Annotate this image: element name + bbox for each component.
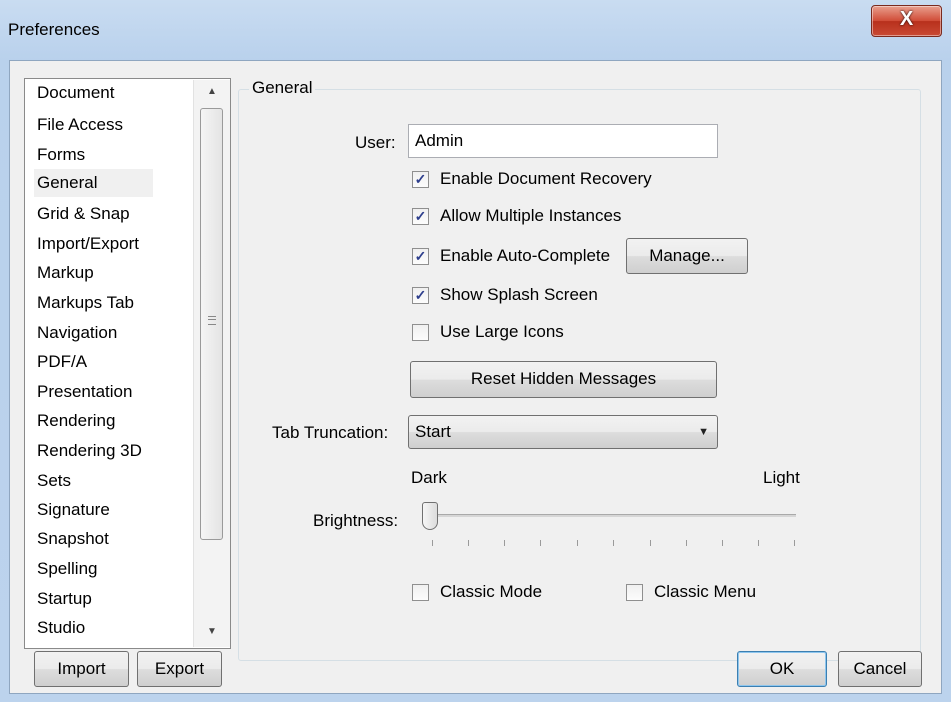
window-title: Preferences: [8, 20, 100, 39]
document-recovery-label: Enable Document Recovery: [440, 169, 652, 188]
category-item-navigation[interactable]: Navigation: [34, 319, 120, 347]
reset-hidden-messages-button[interactable]: Reset Hidden Messages: [410, 361, 717, 398]
category-item-forms[interactable]: Forms: [34, 141, 88, 169]
category-item-rendering-3d[interactable]: Rendering 3D: [34, 437, 145, 465]
slider-tick: [540, 540, 541, 546]
multiple-instances-checkbox[interactable]: ✓: [412, 208, 429, 225]
multiple-instances-label: Allow Multiple Instances: [440, 206, 622, 225]
category-item-signature[interactable]: Signature: [34, 496, 113, 524]
category-item-file-access[interactable]: File Access: [34, 111, 126, 139]
auto-complete-label: Enable Auto-Complete: [440, 246, 611, 265]
scroll-down-icon[interactable]: ▼: [207, 626, 217, 637]
category-item-markup[interactable]: Markup: [34, 259, 97, 287]
classic-menu-checkbox[interactable]: [626, 584, 643, 601]
close-icon: X: [899, 8, 914, 30]
slider-tick: [686, 540, 687, 546]
category-list[interactable]: Document File Access Forms General Grid …: [24, 78, 231, 649]
document-recovery-checkbox[interactable]: ✓: [412, 171, 429, 188]
general-group-label: General: [249, 78, 316, 98]
title-bar: Preferences X: [0, 0, 951, 60]
slider-tick: [650, 540, 651, 546]
slider-tick: [613, 540, 614, 546]
category-item-presentation[interactable]: Presentation: [34, 378, 135, 406]
import-button[interactable]: Import: [34, 651, 129, 687]
brightness-slider-thumb[interactable]: [422, 502, 438, 530]
classic-menu-label: Classic Menu: [654, 582, 757, 601]
user-input[interactable]: Admin: [408, 124, 718, 158]
slider-tick: [468, 540, 469, 546]
scroll-up-icon[interactable]: ▲: [207, 86, 217, 97]
category-item-snapshot[interactable]: Snapshot: [34, 525, 112, 553]
tab-truncation-label: Tab Truncation:: [272, 423, 389, 442]
category-item-pdfa[interactable]: PDF/A: [34, 348, 90, 376]
category-item-studio[interactable]: Studio: [34, 614, 88, 642]
category-scrollbar[interactable]: ▲ ▼: [193, 80, 230, 647]
category-item-rendering[interactable]: Rendering: [34, 407, 118, 435]
scrollbar-thumb[interactable]: [200, 108, 223, 540]
large-icons-label: Use Large Icons: [440, 322, 564, 341]
close-button[interactable]: X: [871, 5, 942, 37]
category-item-grid-snap[interactable]: Grid & Snap: [34, 200, 133, 228]
slider-tick: [794, 540, 795, 546]
category-item-document[interactable]: Document: [34, 79, 117, 107]
ok-button[interactable]: OK: [737, 651, 827, 687]
large-icons-checkbox[interactable]: [412, 324, 429, 341]
category-item-startup[interactable]: Startup: [34, 585, 95, 613]
splash-screen-checkbox[interactable]: ✓: [412, 287, 429, 304]
grip-icon: [208, 316, 216, 325]
brightness-slider-track[interactable]: [430, 514, 796, 517]
chevron-down-icon: ▼: [698, 426, 709, 438]
slider-tick: [504, 540, 505, 546]
category-item-import-export[interactable]: Import/Export: [34, 230, 142, 258]
tab-truncation-select[interactable]: Start ▼: [408, 415, 718, 449]
brightness-dark-label: Dark: [411, 468, 447, 487]
category-item-markups-tab[interactable]: Markups Tab: [34, 289, 137, 317]
classic-mode-checkbox[interactable]: [412, 584, 429, 601]
brightness-light-label: Light: [763, 468, 800, 487]
category-item-general[interactable]: General: [34, 169, 153, 197]
tab-truncation-value: Start: [415, 422, 451, 441]
auto-complete-checkbox[interactable]: ✓: [412, 248, 429, 265]
splash-screen-label: Show Splash Screen: [440, 285, 598, 304]
brightness-label: Brightness:: [313, 511, 399, 530]
category-item-spelling[interactable]: Spelling: [34, 555, 101, 583]
preferences-window: Preferences X Document File Access Forms…: [0, 0, 951, 702]
slider-tick: [722, 540, 723, 546]
export-button[interactable]: Export: [137, 651, 222, 687]
cancel-button[interactable]: Cancel: [838, 651, 922, 687]
slider-tick: [432, 540, 433, 546]
manage-button[interactable]: Manage...: [626, 238, 748, 274]
user-label: User:: [355, 133, 396, 152]
category-item-sets[interactable]: Sets: [34, 467, 74, 495]
slider-tick: [577, 540, 578, 546]
classic-mode-label: Classic Mode: [440, 582, 543, 601]
slider-tick: [758, 540, 759, 546]
